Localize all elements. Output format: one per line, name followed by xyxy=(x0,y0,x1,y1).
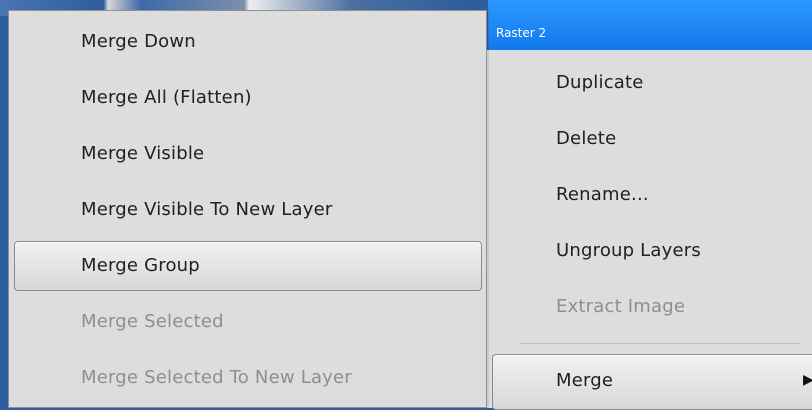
chevron-right-icon: ▶ xyxy=(803,372,812,388)
menu-item-duplicate[interactable]: Duplicate xyxy=(556,72,644,93)
menu-item-extract-image: Extract Image xyxy=(556,296,686,317)
layer-panel-header: Raster 2 xyxy=(488,0,812,50)
menu-item-merge[interactable]: Merge xyxy=(556,370,613,391)
submenu-item-merge-all-flatten[interactable]: Merge All (Flatten) xyxy=(81,87,252,108)
submenu-item-merge-down[interactable]: Merge Down xyxy=(81,31,196,52)
layer-context-menu: Duplicate Delete Rename... Ungroup Layer… xyxy=(486,50,812,410)
menu-item-rename[interactable]: Rename... xyxy=(556,184,649,205)
submenu-item-merge-group[interactable]: Merge Group xyxy=(81,255,200,276)
merge-submenu: Merge Down Merge All (Flatten) Merge Vis… xyxy=(8,10,487,408)
menu-separator xyxy=(520,343,800,344)
selected-layer-name: Raster 2 xyxy=(496,26,547,40)
submenu-item-merge-visible-to-new-layer[interactable]: Merge Visible To New Layer xyxy=(81,199,332,220)
merge-menu-highlight[interactable] xyxy=(492,354,812,410)
menu-item-ungroup-layers[interactable]: Ungroup Layers xyxy=(556,240,701,261)
submenu-item-merge-selected: Merge Selected xyxy=(81,311,224,332)
submenu-item-merge-visible[interactable]: Merge Visible xyxy=(81,143,204,164)
submenu-item-merge-selected-to-new-layer: Merge Selected To New Layer xyxy=(81,367,352,388)
menu-item-delete[interactable]: Delete xyxy=(556,128,616,149)
